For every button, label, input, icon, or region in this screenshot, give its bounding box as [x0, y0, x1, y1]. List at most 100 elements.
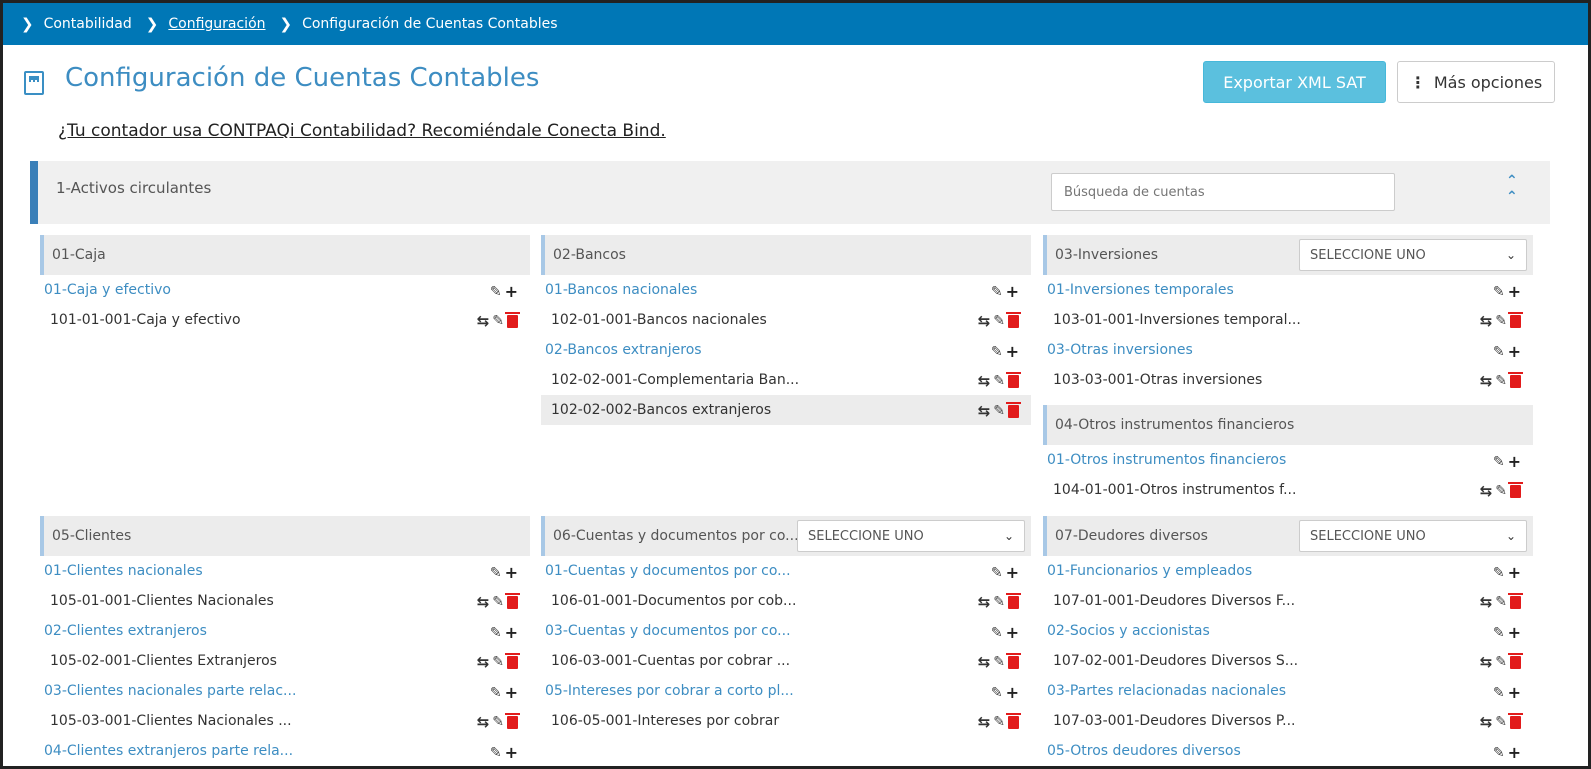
edit-icon[interactable]: ✎ — [492, 313, 504, 329]
swap-icon[interactable]: ⇆ — [978, 593, 991, 611]
plus-icon[interactable]: + — [1508, 623, 1521, 642]
subaccount-label[interactable]: 02-Clientes extranjeros — [44, 623, 207, 639]
trash-icon[interactable] — [1508, 481, 1523, 498]
edit-icon[interactable]: ✎ — [490, 625, 502, 641]
breadcrumb-item-contabilidad[interactable]: Contabilidad — [44, 16, 132, 32]
subaccount-row[interactable]: 01-Bancos nacionales ✎ + — [541, 275, 1031, 305]
swap-icon[interactable]: ⇆ — [978, 713, 991, 731]
subaccount-row[interactable]: 01-Funcionarios y empleados ✎ + — [1043, 556, 1533, 586]
edit-icon[interactable]: ✎ — [1493, 625, 1505, 641]
plus-icon[interactable]: + — [1508, 452, 1521, 471]
group-select[interactable]: SELECCIONE UNO ⌄ — [1299, 520, 1527, 552]
plus-icon[interactable]: + — [1508, 683, 1521, 702]
swap-icon[interactable]: ⇆ — [477, 593, 490, 611]
subaccount-row[interactable]: 03-Otras inversiones ✎ + — [1043, 335, 1533, 365]
trash-icon[interactable] — [505, 652, 520, 669]
trash-icon[interactable] — [1508, 712, 1523, 729]
trash-icon[interactable] — [1006, 311, 1021, 328]
edit-icon[interactable]: ✎ — [492, 714, 504, 730]
edit-icon[interactable]: ✎ — [1493, 344, 1505, 360]
edit-icon[interactable]: ✎ — [1495, 313, 1507, 329]
edit-icon[interactable]: ✎ — [1493, 454, 1505, 470]
subaccount-row[interactable]: 02-Socios y accionistas ✎ + — [1043, 616, 1533, 646]
subaccount-row[interactable]: 05-Otros deudores diversos ✎ + — [1043, 736, 1533, 766]
swap-icon[interactable]: ⇆ — [978, 312, 991, 330]
subaccount-row[interactable]: 02-Clientes extranjeros ✎ + — [40, 616, 530, 646]
subaccount-label[interactable]: 01-Cuentas y documentos por co... — [545, 563, 791, 579]
subaccount-label[interactable]: 01-Bancos nacionales — [545, 282, 697, 298]
plus-icon[interactable]: + — [505, 623, 518, 642]
swap-icon[interactable]: ⇆ — [1480, 372, 1493, 390]
edit-icon[interactable]: ✎ — [490, 745, 502, 761]
edit-icon[interactable]: ✎ — [993, 594, 1005, 610]
subaccount-label[interactable]: 01-Caja y efectivo — [44, 282, 171, 298]
trash-icon[interactable] — [1006, 652, 1021, 669]
swap-icon[interactable]: ⇆ — [1480, 482, 1493, 500]
edit-icon[interactable]: ✎ — [490, 685, 502, 701]
subaccount-label[interactable]: 03-Cuentas y documentos por co... — [545, 623, 791, 639]
group-select[interactable]: SELECCIONE UNO ⌄ — [797, 520, 1025, 552]
search-input[interactable] — [1051, 173, 1395, 211]
trash-icon[interactable] — [1006, 592, 1021, 609]
subaccount-row[interactable]: 02-Bancos extranjeros ✎ + — [541, 335, 1031, 365]
subaccount-label[interactable]: 05-Intereses por cobrar a corto pl... — [545, 683, 794, 699]
export-xml-sat-button[interactable]: Exportar XML SAT — [1203, 61, 1386, 103]
swap-icon[interactable]: ⇆ — [1480, 312, 1493, 330]
subaccount-row[interactable]: 03-Clientes nacionales parte relac... ✎ + — [40, 676, 530, 706]
trash-icon[interactable] — [1508, 311, 1523, 328]
trash-icon[interactable] — [1006, 371, 1021, 388]
swap-icon[interactable]: ⇆ — [978, 653, 991, 671]
plus-icon[interactable]: + — [505, 282, 518, 301]
plus-icon[interactable]: + — [1006, 342, 1019, 361]
edit-icon[interactable]: ✎ — [1493, 284, 1505, 300]
edit-icon[interactable]: ✎ — [993, 373, 1005, 389]
plus-icon[interactable]: + — [1508, 563, 1521, 582]
trash-icon[interactable] — [1006, 712, 1021, 729]
swap-icon[interactable]: ⇆ — [1480, 653, 1493, 671]
plus-icon[interactable]: + — [505, 743, 518, 762]
edit-icon[interactable]: ✎ — [492, 594, 504, 610]
subaccount-row[interactable]: 01-Otros instrumentos financieros ✎ + — [1043, 445, 1533, 475]
subaccount-label[interactable]: 01-Clientes nacionales — [44, 563, 203, 579]
edit-icon[interactable]: ✎ — [490, 284, 502, 300]
trash-icon[interactable] — [1508, 592, 1523, 609]
plus-icon[interactable]: + — [1006, 683, 1019, 702]
subaccount-label[interactable]: 05-Otros deudores diversos — [1047, 743, 1241, 759]
subaccount-label[interactable]: 03-Partes relacionadas nacionales — [1047, 683, 1286, 699]
subaccount-row[interactable]: 01-Caja y efectivo ✎ + — [40, 275, 530, 305]
subaccount-label[interactable]: 01-Inversiones temporales — [1047, 282, 1234, 298]
subaccount-row[interactable]: 03-Partes relacionadas nacionales ✎ + — [1043, 676, 1533, 706]
subaccount-label[interactable]: 02-Socios y accionistas — [1047, 623, 1210, 639]
subaccount-row[interactable]: 01-Cuentas y documentos por co... ✎ + — [541, 556, 1031, 586]
plus-icon[interactable]: + — [1006, 563, 1019, 582]
trash-icon[interactable] — [505, 712, 520, 729]
swap-icon[interactable]: ⇆ — [978, 402, 991, 420]
breadcrumb-item-configuracion[interactable]: Configuración — [168, 16, 265, 32]
subaccount-label[interactable]: 03-Clientes nacionales parte relac... — [44, 683, 296, 699]
subaccount-label[interactable]: 02-Bancos extranjeros — [545, 342, 702, 358]
edit-icon[interactable]: ✎ — [993, 714, 1005, 730]
trash-icon[interactable] — [1508, 371, 1523, 388]
subaccount-label[interactable]: 03-Otras inversiones — [1047, 342, 1193, 358]
edit-icon[interactable]: ✎ — [490, 565, 502, 581]
subaccount-row[interactable]: 03-Cuentas y documentos por co... ✎ + — [541, 616, 1031, 646]
plus-icon[interactable]: + — [1006, 282, 1019, 301]
plus-icon[interactable]: + — [1006, 623, 1019, 642]
edit-icon[interactable]: ✎ — [991, 625, 1003, 641]
edit-icon[interactable]: ✎ — [1495, 594, 1507, 610]
swap-icon[interactable]: ⇆ — [477, 653, 490, 671]
edit-icon[interactable]: ✎ — [991, 284, 1003, 300]
subaccount-row[interactable]: 01-Inversiones temporales ✎ + — [1043, 275, 1533, 305]
subaccount-row[interactable]: 05-Intereses por cobrar a corto pl... ✎ + — [541, 676, 1031, 706]
edit-icon[interactable]: ✎ — [991, 565, 1003, 581]
edit-icon[interactable]: ✎ — [993, 654, 1005, 670]
plus-icon[interactable]: + — [1508, 743, 1521, 762]
edit-icon[interactable]: ✎ — [1495, 373, 1507, 389]
subaccount-label[interactable]: 04-Clientes extranjeros parte rela... — [44, 743, 293, 759]
more-options-button[interactable]: ⋮ Más opciones — [1397, 61, 1555, 103]
collapse-up-icon[interactable]: ⌃ ⌃ — [1506, 173, 1518, 205]
recommend-link[interactable]: ¿Tu contador usa CONTPAQi Contabilidad? … — [58, 121, 666, 141]
edit-icon[interactable]: ✎ — [993, 403, 1005, 419]
subaccount-label[interactable]: 01-Otros instrumentos financieros — [1047, 452, 1286, 468]
edit-icon[interactable]: ✎ — [1493, 745, 1505, 761]
